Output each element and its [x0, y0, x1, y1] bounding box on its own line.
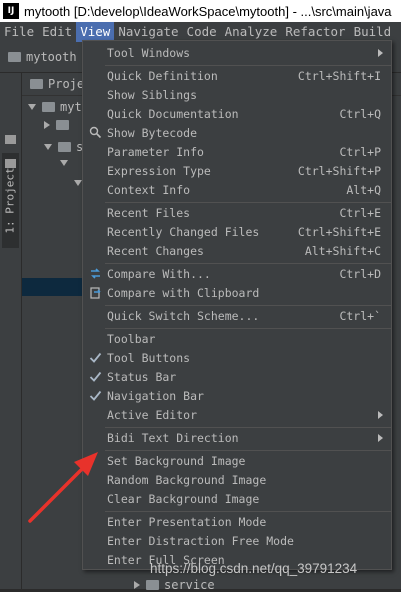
annotation-arrow-icon [28, 452, 98, 523]
watermark: https://blog.csdn.net/qq_39791234 [150, 561, 358, 576]
